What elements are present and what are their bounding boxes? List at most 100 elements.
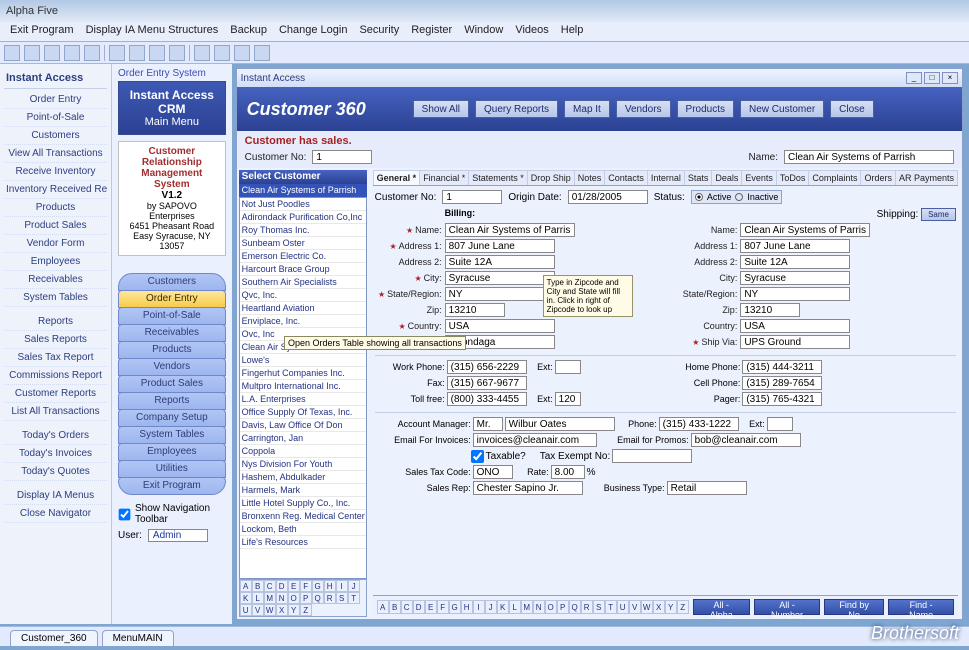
bill-country-input[interactable] (445, 319, 555, 333)
left-nav-item[interactable]: Vendor Form (4, 235, 107, 253)
inactive-radio[interactable] (735, 193, 743, 201)
alpha-letter[interactable]: B (389, 600, 401, 614)
left-nav-item[interactable]: Reports (4, 313, 107, 331)
alpha-letter[interactable]: N (276, 592, 288, 604)
customer-list-item[interactable]: Roy Thomas Inc. (240, 224, 366, 237)
left-nav-item[interactable]: Receive Inventory (4, 163, 107, 181)
ship-a1-input[interactable] (740, 239, 850, 253)
main-menu-button[interactable]: System Tables (118, 426, 226, 444)
tab[interactable]: Orders (861, 170, 896, 185)
customer-list[interactable]: Not Just PoodlesAdirondack Purification … (239, 197, 367, 579)
alpha-letter[interactable]: X (276, 604, 288, 616)
customer-list-item[interactable]: Harcourt Brace Group (240, 263, 366, 276)
acct-phone-input[interactable] (659, 417, 739, 431)
menu-security[interactable]: Security (353, 22, 405, 41)
tab[interactable]: Notes (575, 170, 606, 185)
left-nav-item[interactable]: Receivables (4, 271, 107, 289)
menu-backup[interactable]: Backup (224, 22, 273, 41)
alpha-letter[interactable]: V (252, 604, 264, 616)
ship-country-input[interactable] (740, 319, 850, 333)
alpha-letter[interactable]: C (264, 580, 276, 592)
ship-zip-input[interactable] (740, 303, 800, 317)
main-menu-button[interactable]: Product Sales (118, 375, 226, 393)
home-phone-input[interactable] (742, 360, 822, 374)
alpha-letter[interactable]: P (300, 592, 312, 604)
tab[interactable]: Internal (648, 170, 685, 185)
customer-list-item[interactable]: Bronxenn Reg. Medical Center (240, 510, 366, 523)
bill-zip-input[interactable] (445, 303, 505, 317)
alpha-letter[interactable]: M (264, 592, 276, 604)
customer-list-item[interactable]: Emerson Electric Co. (240, 250, 366, 263)
customer-list-item[interactable]: Heartland Aviation (240, 302, 366, 315)
left-nav-item[interactable]: Close Navigator (4, 505, 107, 523)
alpha-letter[interactable]: Q (312, 592, 324, 604)
query-reports-button[interactable]: Query Reports (475, 100, 558, 118)
tab[interactable]: Complaints (809, 170, 861, 185)
left-nav-item[interactable]: View All Transactions (4, 145, 107, 163)
tool-find-icon[interactable] (194, 45, 210, 61)
alpha-letter[interactable]: Q (569, 600, 581, 614)
bill-name-input[interactable] (445, 223, 575, 237)
left-nav-item[interactable]: Customers (4, 127, 107, 145)
business-type-input[interactable] (667, 481, 747, 495)
tool-sort-icon[interactable] (149, 45, 165, 61)
left-nav-item[interactable]: Commissions Report (4, 367, 107, 385)
origin-date-input[interactable] (568, 190, 648, 204)
main-menu-button[interactable]: Reports (118, 392, 226, 410)
custno-input[interactable] (312, 150, 372, 164)
menu-window[interactable]: Window (458, 22, 509, 41)
products-button[interactable]: Products (677, 100, 734, 118)
sales-tax-code-input[interactable] (473, 465, 513, 479)
tool-refresh-icon[interactable] (129, 45, 145, 61)
customer-list-item[interactable]: Office Supply Of Texas, Inc. (240, 406, 366, 419)
alpha-letter[interactable]: H (324, 580, 336, 592)
close-button[interactable]: Close (830, 100, 874, 118)
tool-rec-icon[interactable] (44, 45, 60, 61)
customer-list-item[interactable]: Carrington, Jan (240, 432, 366, 445)
menu-exit[interactable]: Exit Program (4, 22, 80, 41)
alpha-letter[interactable]: A (240, 580, 252, 592)
left-nav-item[interactable]: Today's Orders (4, 427, 107, 445)
tool-filter-icon[interactable] (169, 45, 185, 61)
main-menu-button[interactable]: Customers (118, 273, 226, 291)
show-nav-checkbox[interactable] (119, 508, 131, 520)
name-input[interactable] (784, 150, 954, 164)
alpha-letter[interactable]: U (240, 604, 252, 616)
user-dropdown[interactable]: Admin (148, 529, 208, 542)
custno-input-2[interactable] (442, 190, 502, 204)
minimize-icon[interactable]: _ (906, 72, 922, 84)
alpha-letter[interactable]: Y (665, 600, 677, 614)
alpha-letter[interactable]: O (545, 600, 557, 614)
selected-customer[interactable]: Clean Air Systems of Parrish (239, 184, 367, 197)
left-nav-item[interactable]: List All Transactions (4, 403, 107, 421)
tab[interactable]: Stats (685, 170, 713, 185)
alpha-letter[interactable]: F (437, 600, 449, 614)
alpha-letter[interactable]: W (641, 600, 653, 614)
find-by-no-button[interactable]: Find by No (824, 599, 884, 615)
customer-list-item[interactable]: Coppola (240, 445, 366, 458)
alpha-letter[interactable]: F (300, 580, 312, 592)
maximize-icon[interactable]: □ (924, 72, 940, 84)
main-menu-button[interactable]: Products (118, 341, 226, 359)
alpha-letter[interactable]: W (264, 604, 276, 616)
alpha-letter[interactable]: T (348, 592, 360, 604)
ship-city-input[interactable] (740, 271, 850, 285)
customer-list-item[interactable]: Lockom, Beth (240, 523, 366, 536)
rate-input[interactable] (551, 465, 585, 479)
ship-state-input[interactable] (740, 287, 850, 301)
tab-customer360[interactable]: Customer_360 (10, 630, 98, 646)
alpha-letter[interactable]: R (324, 592, 336, 604)
main-menu-button[interactable]: Vendors (118, 358, 226, 376)
bill-a2-input[interactable] (445, 255, 555, 269)
ship-a2-input[interactable] (740, 255, 850, 269)
alpha-letter[interactable]: L (509, 600, 521, 614)
alpha-letter[interactable]: E (425, 600, 437, 614)
ship-name-input[interactable] (740, 223, 870, 237)
customer-list-item[interactable]: Sunbeam Oster (240, 237, 366, 250)
alpha-letter[interactable]: D (413, 600, 425, 614)
customer-list-item[interactable]: Life's Resources (240, 536, 366, 549)
alpha-letter[interactable]: V (629, 600, 641, 614)
main-menu-button[interactable]: Order Entry (118, 290, 226, 308)
customer-list-item[interactable]: Hashem, Abdulkader (240, 471, 366, 484)
show-all-button[interactable]: Show All (413, 100, 469, 118)
